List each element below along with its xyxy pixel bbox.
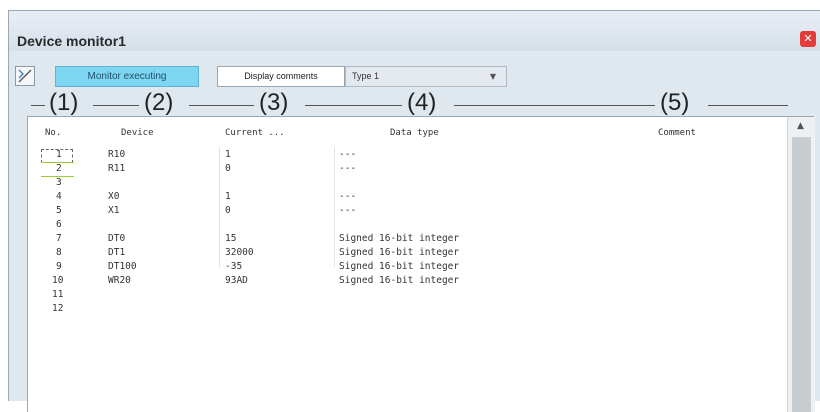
cell-device: DT0	[108, 233, 126, 244]
cell-data-type: ---	[339, 163, 357, 174]
cell-no: 12	[52, 303, 64, 314]
cell-no: 3	[56, 177, 62, 188]
cell-current: 1	[225, 149, 231, 160]
chevron-down-icon: ▼	[489, 72, 496, 81]
cell-data-type: Signed 16-bit integer	[339, 275, 460, 286]
column-header-device[interactable]: Device	[121, 128, 154, 138]
cell-current: 93AD	[225, 275, 248, 286]
callout-guide-line	[189, 105, 254, 106]
cell-no: 10	[52, 275, 64, 286]
callout-guide-line	[93, 105, 139, 106]
cell-device: X0	[108, 191, 120, 202]
cell-device: R11	[108, 163, 126, 174]
scrollbar-thumb[interactable]	[792, 137, 811, 412]
cell-data-type: Signed 16-bit integer	[339, 233, 460, 244]
display-comments-button[interactable]: Display comments	[217, 66, 345, 87]
cell-current: 0	[225, 163, 231, 174]
column-header-data-type[interactable]: Data type	[390, 128, 439, 138]
cell-current: 0	[225, 205, 231, 216]
device-table: No. Device Current ... Data type Comment…	[27, 116, 815, 412]
cell-no: 2	[56, 163, 62, 174]
table-row[interactable]: 10 WR20 93AD Signed 16-bit integer	[28, 275, 785, 289]
window-title: Device monitor1	[17, 33, 126, 49]
column-header-no[interactable]: No.	[45, 128, 61, 138]
close-icon[interactable]: ✕	[800, 31, 816, 47]
callout-guide-line	[708, 105, 788, 106]
cell-device: DT1	[108, 247, 126, 258]
cell-device: R10	[108, 149, 126, 160]
scroll-up-icon[interactable]: ▲	[797, 121, 804, 131]
table-row[interactable]: 2 R11 0 ---	[28, 163, 785, 177]
monitor-status-badge[interactable]: Monitor executing	[55, 66, 199, 87]
cell-no: 1	[56, 149, 62, 160]
table-row[interactable]: 4 X0 1 ---	[28, 191, 785, 205]
cell-current: -35	[225, 261, 243, 272]
vertical-scrollbar[interactable]: ▲	[787, 117, 815, 412]
table-row[interactable]: 12	[28, 303, 785, 317]
cell-no: 5	[56, 205, 62, 216]
table-row[interactable]: 6	[28, 219, 785, 233]
cell-no: 4	[56, 191, 62, 202]
table-row[interactable]: 9 DT100 -35 Signed 16-bit integer	[28, 261, 785, 275]
cell-device: DT100	[108, 261, 137, 272]
cell-current: 1	[225, 191, 231, 202]
table-row[interactable]: 11	[28, 289, 785, 303]
callout-1: (1)	[49, 89, 79, 116]
cell-no: 11	[52, 289, 64, 300]
cell-device: X1	[108, 205, 120, 216]
callout-guide-line	[305, 105, 402, 106]
table-row[interactable]: 3	[28, 177, 785, 191]
cell-data-type: ---	[339, 191, 357, 202]
column-header-comment[interactable]: Comment	[658, 128, 696, 138]
table-row[interactable]: 1 R10 1 ---	[28, 149, 785, 163]
column-header-current[interactable]: Current ...	[225, 128, 285, 138]
type-select-value: Type 1	[352, 71, 380, 81]
cell-current: 32000	[225, 247, 254, 258]
table-row[interactable]: 7 DT0 15 Signed 16-bit integer	[28, 233, 785, 247]
cell-data-type: Signed 16-bit integer	[339, 261, 460, 272]
table-row[interactable]: 8 DT1 32000 Signed 16-bit integer	[28, 247, 785, 261]
callout-guide-line	[31, 105, 45, 106]
toolbar: Monitor executing Display comments Type …	[9, 63, 820, 89]
cell-no: 6	[56, 219, 62, 230]
callout-3: (3)	[259, 89, 289, 116]
callout-4: (4)	[407, 89, 437, 116]
title-bar: Device monitor1 ✕	[9, 11, 820, 51]
cell-no: 7	[56, 233, 62, 244]
device-monitor-window: Device monitor1 ✕ Monitor executing Disp…	[8, 10, 820, 412]
callout-guide-line	[454, 105, 655, 106]
cell-no: 9	[56, 261, 62, 272]
callout-2: (2)	[144, 89, 174, 116]
monitor-toggle-icon[interactable]	[15, 66, 35, 86]
cell-no: 8	[56, 247, 62, 258]
table-row[interactable]: 5 X1 0 ---	[28, 205, 785, 219]
type-select[interactable]: Type 1 ▼	[345, 66, 507, 87]
cell-data-type: ---	[339, 205, 357, 216]
cell-data-type: Signed 16-bit integer	[339, 247, 460, 258]
callout-5: (5)	[660, 89, 690, 116]
cell-device: WR20	[108, 275, 131, 286]
cell-data-type: ---	[339, 149, 357, 160]
cell-current: 15	[225, 233, 237, 244]
